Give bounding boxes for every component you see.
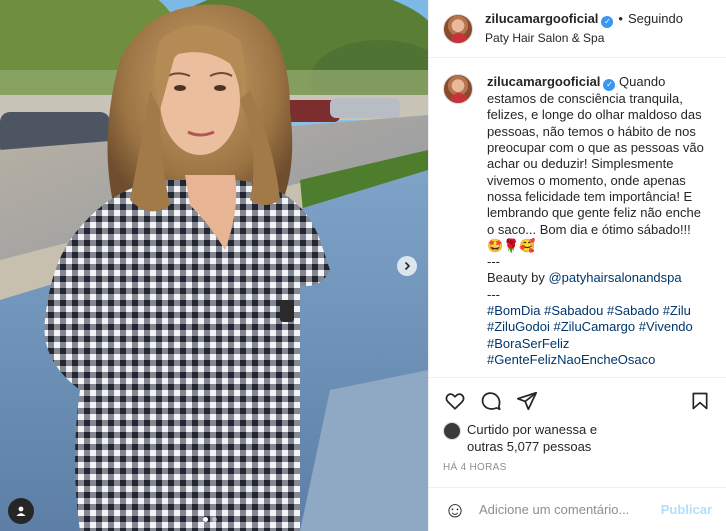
follow-status-button[interactable]: Seguindo [628,11,683,26]
user-tag-icon [16,506,26,516]
author-username[interactable]: zilucamargooficial [485,11,598,26]
verified-icon: ✓ [603,79,616,92]
post-timestamp[interactable]: HÁ 4 HORAS [429,457,726,487]
like-button[interactable] [443,389,467,413]
author-info: zilucamargooficial ✓ • Seguindo Paty Hair S… [485,11,683,46]
hashtag[interactable]: #Sabado [607,303,659,318]
chevron-right-icon [404,261,411,271]
caption: zilucamargooficial ✓ Quando estamos de co… [487,74,709,369]
caption-divider: --- [487,286,500,302]
add-comment-bar: ☺ Publicar [429,487,726,531]
share-icon [516,391,538,411]
carousel-dot [212,517,217,522]
comment-icon [481,392,501,411]
likes-line-2: outras 5,077 pessoas [467,439,592,454]
verified-icon: ✓ [601,16,614,28]
hashtag[interactable]: #ZiluCamargo [554,319,636,334]
comments-area: zilucamargooficial ✓ Quando estamos de co… [429,58,726,377]
share-button[interactable] [515,389,539,413]
hashtag[interactable]: #BoraSerFeliz [487,336,569,351]
carousel-dot [203,517,208,522]
hashtag[interactable]: #Sabadou [544,303,603,318]
caption-mention[interactable]: @patyhairsalonandspa [548,270,681,285]
caption-text: Quando estamos de consciência tranquila,… [487,74,704,253]
emoji-icon[interactable]: ☺ [443,497,467,522]
next-slide-button[interactable] [397,256,417,276]
post-header: zilucamargooficial ✓ • Seguindo Paty Hair S… [429,0,726,58]
bookmark-icon [692,392,708,410]
tagged-users-button[interactable] [8,498,34,524]
hashtag[interactable]: #BomDia [487,303,540,318]
post-location[interactable]: Paty Hair Salon & Spa [485,30,683,46]
caption-author-avatar[interactable] [443,74,473,104]
heart-icon [445,393,465,410]
hashtag[interactable]: #GenteFelizNaoEncheOsaco [487,352,655,367]
hashtag[interactable]: #Vivendo [639,319,693,334]
liker-avatar[interactable] [443,422,461,440]
caption-username[interactable]: zilucamargooficial [487,74,600,89]
likes-line-1: Curtido por wanessa e [467,422,598,437]
caption-beauty-prefix: Beauty by [487,270,545,286]
hashtag[interactable]: #Zilu [663,303,691,318]
comment-input[interactable] [479,502,661,517]
author-avatar[interactable] [443,13,473,44]
instagram-post: zilucamargooficial ✓ • Seguindo Paty Hair S… [0,0,726,531]
action-bar [429,377,726,421]
hashtag[interactable]: #ZiluGodoi [487,319,550,334]
comment-button[interactable] [479,389,503,413]
save-button[interactable] [688,389,712,413]
post-media[interactable] [0,0,428,531]
carousel-indicator [203,517,217,522]
post-sidebar: zilucamargooficial ✓ • Seguindo Paty Hair S… [428,0,726,531]
publish-button[interactable]: Publicar [661,502,712,517]
header-separator: • [618,11,623,26]
caption-divider: --- [487,254,500,270]
post-photo [0,0,428,531]
likes-text[interactable]: Curtido por wanessa e outras 5,077 pesso… [467,421,597,455]
likes-summary: Curtido por wanessa e outras 5,077 pesso… [429,421,726,457]
